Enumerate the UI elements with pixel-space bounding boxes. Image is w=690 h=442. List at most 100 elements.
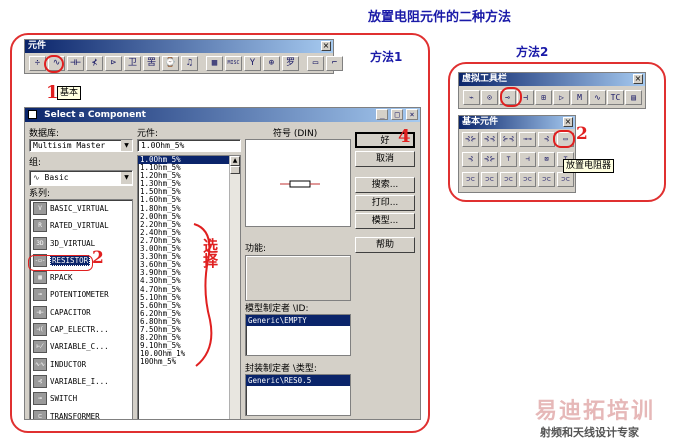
family-label: 系列:: [29, 189, 51, 199]
component-toolbar-button[interactable]: ⊕: [263, 56, 280, 71]
component-list-item[interactable]: 1.5Ohm_5%: [138, 188, 229, 196]
basic-toolbar-button[interactable]: ⊃⊂: [462, 172, 479, 187]
component-toolbar-button[interactable]: ♫: [181, 56, 198, 71]
cancel-button[interactable]: 取消: [355, 151, 415, 167]
component-list-item[interactable]: 1.0Ohm_5%: [138, 156, 229, 165]
basic-toolbar-button[interactable]: ⊃⊂: [538, 172, 555, 187]
basic-toolbar-button[interactable]: ⊃⊂: [481, 172, 498, 187]
component-toolbar-button[interactable]: MISC: [225, 56, 242, 71]
component-list-item[interactable]: 1.2Ohm_5%: [138, 172, 229, 180]
basic-toolbar-button[interactable]: ⊃⊂: [500, 172, 517, 187]
print-button[interactable]: 打印...: [355, 195, 415, 211]
family-list-item[interactable]: ⊣⊢ CAPACITOR: [30, 304, 132, 321]
family-item-label: 3D_VIRTUAL: [50, 238, 96, 248]
page-title: 放置电阻元件的二种方法: [368, 10, 512, 25]
virtual-toolbar-button[interactable]: M: [571, 90, 588, 105]
search-button[interactable]: 搜索...: [355, 177, 415, 193]
group-icon: ∿: [33, 173, 45, 182]
maximize-button[interactable]: □: [391, 109, 404, 120]
package-maker-item[interactable]: Generic\RES0.5: [246, 375, 350, 386]
family-list: V BASIC_VIRTUAL R RATED_VIRTUAL 3D 3D_VIRTUAL…: [29, 199, 133, 419]
close-button[interactable]: ×: [406, 109, 418, 120]
basic-toolbar-close-button[interactable]: ×: [563, 117, 573, 127]
minimize-button[interactable]: _: [376, 109, 389, 120]
scroll-thumb[interactable]: [230, 166, 240, 174]
model-maker-list: Generic\EMPTY: [245, 314, 351, 356]
virtual-basic-button-highlight: [500, 87, 522, 107]
family-list-item[interactable]: 3D 3D_VIRTUAL: [30, 235, 132, 252]
virtual-toolbar-button[interactable]: ⌁: [463, 90, 480, 105]
family-item-label: SWITCH: [50, 394, 78, 404]
component-toolbar-button[interactable]: 罟: [143, 56, 160, 71]
components-toolbar-title: 元件: [25, 40, 333, 53]
component-toolbar-button[interactable]: 罗: [282, 56, 299, 71]
component-toolbar-button[interactable]: ⊳: [105, 56, 122, 71]
component-label: 元件:: [137, 129, 159, 139]
components-toolbar-close-button[interactable]: ×: [321, 41, 331, 51]
component-toolbar-button[interactable]: Y: [244, 56, 261, 71]
component-toolbar-button[interactable]: ⊀: [86, 56, 103, 71]
component-list-item[interactable]: 1.8Ohm_5%: [138, 205, 229, 213]
family-item-label: RPACK: [50, 273, 73, 283]
model-button[interactable]: 模型...: [355, 213, 415, 229]
scroll-up-arrow[interactable]: ▲: [230, 156, 240, 166]
dialog-titlebar: Select a Component: [25, 108, 420, 122]
annotation-2-dialog: 2: [92, 248, 104, 268]
virtual-toolbar-button[interactable]: ⊞: [535, 90, 552, 105]
basic-toolbar-button[interactable]: ⊣: [519, 152, 536, 167]
basic-components-toolbar: 基本元件 × ⊰⊱⊰⊰⊱⊰⊸⊸⊰▭⊰⊰⊱⊤⊣⊠⊤⊃⊂⊃⊂⊃⊂⊃⊂⊃⊂⊃⊂: [458, 115, 576, 193]
family-list-item[interactable]: ▦ RPACK: [30, 269, 132, 286]
help-button[interactable]: 帮助: [355, 237, 415, 253]
family-list-item[interactable]: V BASIC_VIRTUAL: [30, 200, 132, 217]
family-icon: ⊣(: [33, 323, 47, 337]
component-toolbar-button[interactable]: 卫: [124, 56, 141, 71]
virtual-toolbar-close-button[interactable]: ×: [633, 74, 643, 84]
basic-toolbar-button[interactable]: ⊃⊂: [557, 172, 574, 187]
model-maker-item[interactable]: Generic\EMPTY: [246, 315, 350, 326]
basic-toolbar-button[interactable]: ⊰: [462, 152, 479, 167]
component-toolbar-button[interactable]: ▦: [206, 56, 223, 71]
family-list-item[interactable]: ⊣(CAP_ELECTR...: [30, 321, 132, 338]
resistor-symbol-icon: [280, 180, 320, 188]
place-resistor-tooltip: 放置电阻器: [563, 159, 615, 173]
basic-toolbar-button[interactable]: ⊰⊰: [481, 132, 498, 147]
basic-toolbar-button[interactable]: ⊰⊱: [481, 152, 498, 167]
basic-button-highlight: [44, 55, 64, 73]
symbol-preview: [245, 139, 351, 227]
basic-toolbar-button[interactable]: ⊠: [538, 152, 555, 167]
database-dropdown-arrow[interactable]: ▼: [121, 140, 132, 151]
component-list-item[interactable]: 1.1Ohm_5%: [138, 164, 229, 172]
virtual-toolbar-button[interactable]: ▷: [553, 90, 570, 105]
family-list-item[interactable]: ∿∿ INDUCTOR: [30, 356, 132, 373]
virtual-toolbar-button[interactable]: ∿: [589, 90, 606, 105]
component-input[interactable]: 1.0Ohm_5%: [137, 139, 241, 152]
component-toolbar-button[interactable]: ⌚: [162, 56, 179, 71]
virtual-toolbar-button[interactable]: ⊙: [481, 90, 498, 105]
basic-toolbar-button[interactable]: ⊱⊰: [500, 132, 517, 147]
virtual-toolbar-button[interactable]: TC: [607, 90, 624, 105]
family-list-item[interactable]: ⊬ VARIABLE_C...: [30, 338, 132, 355]
family-list-item[interactable]: R RATED_VIRTUAL: [30, 217, 132, 234]
component-toolbar-button[interactable]: ▭: [307, 56, 324, 71]
family-list-item[interactable]: ⊸ SWITCH: [30, 390, 132, 407]
family-list-item[interactable]: ⊸ POTENTIOMETER: [30, 286, 132, 303]
component-toolbar-button[interactable]: ⌐: [326, 56, 343, 71]
group-select[interactable]: ∿ Basic: [29, 170, 133, 186]
component-list-scrollbar[interactable]: ▲: [229, 156, 240, 419]
basic-toolbar-button[interactable]: ⊃⊂: [519, 172, 536, 187]
basic-toolbar-button[interactable]: ⊸⊸: [519, 132, 536, 147]
basic-toolbar-button[interactable]: ⊤: [500, 152, 517, 167]
group-dropdown-arrow[interactable]: ▼: [121, 172, 132, 184]
virtual-toolbar-button[interactable]: ▤: [625, 90, 642, 105]
family-list-item[interactable]: ⊰ VARIABLE_I...: [30, 373, 132, 390]
family-icon: R: [33, 219, 47, 233]
component-list-item[interactable]: 1.3Ohm_5%: [138, 180, 229, 188]
component-list-item[interactable]: 1.6Ohm_5%: [138, 196, 229, 204]
family-item-label: CAPACITOR: [50, 307, 91, 317]
component-toolbar-button[interactable]: ⊣⊢: [67, 56, 84, 71]
database-select[interactable]: Multisim Master: [29, 139, 133, 152]
group-value: Basic: [44, 173, 69, 182]
family-list-item[interactable]: ⊏ TRANSFORMER: [30, 408, 132, 419]
place-resistor-highlight: [553, 130, 575, 148]
basic-toolbar-button[interactable]: ⊰⊱: [462, 132, 479, 147]
